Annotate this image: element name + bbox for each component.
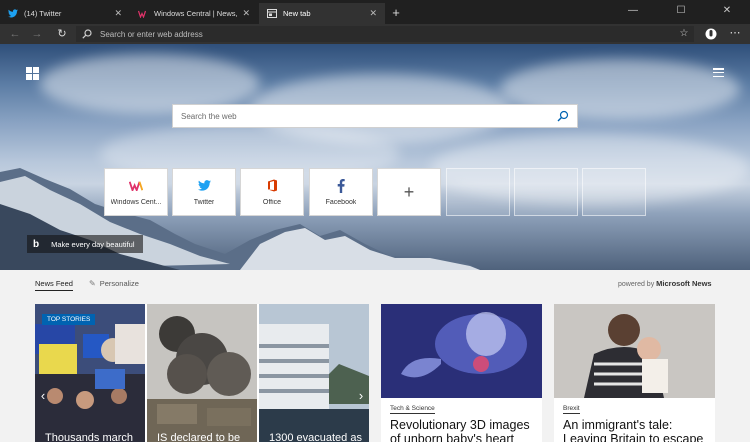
news-card-category[interactable]: Tech & Science — [390, 405, 435, 414]
windows-central-icon — [128, 179, 144, 193]
quick-link-office[interactable]: Office — [240, 168, 304, 216]
windows-logo-icon — [26, 67, 39, 80]
empty-quick-link-slot — [446, 168, 510, 216]
top-story-item[interactable]: IS declared to be — [147, 304, 257, 442]
news-card[interactable]: Tech & Science Revolutionary 3D images o… — [381, 304, 542, 442]
quick-link-label: Twitter — [193, 198, 215, 206]
story-headline: 1300 evacuated as — [269, 432, 362, 442]
address-placeholder: Search or enter web address — [100, 29, 203, 39]
tab-label: Windows Central | News, Forums — [154, 9, 238, 18]
personalize-button[interactable]: ✎ Personalize — [89, 279, 139, 288]
personalize-label: Personalize — [99, 279, 139, 288]
news-card-category[interactable]: Brexit — [563, 405, 580, 414]
close-icon[interactable]: ✕ — [369, 8, 377, 19]
more-icon[interactable]: ⋯ — [727, 26, 743, 42]
bing-tagline: Make every day beautiful — [51, 239, 135, 249]
close-icon[interactable]: ✕ — [242, 8, 250, 19]
tab-windows-central[interactable]: Windows Central | News, Forums ✕ — [130, 3, 258, 24]
add-quick-link-button[interactable]: + — [377, 168, 441, 216]
microsoft-news-brand: Microsoft News — [656, 279, 712, 288]
minimize-icon[interactable]: — — [610, 0, 656, 24]
extension-icon[interactable] — [705, 27, 717, 41]
tab-label: (14) Twitter — [24, 9, 62, 18]
windows-central-icon — [138, 9, 148, 19]
search-icon[interactable] — [557, 110, 569, 122]
tab-twitter[interactable]: (14) Twitter ✕ — [0, 3, 130, 24]
address-input[interactable]: Search or enter web address — [76, 26, 694, 42]
news-card-headline[interactable]: Revolutionary 3D images of unborn baby's… — [390, 418, 534, 442]
office-icon — [264, 179, 280, 193]
news-card[interactable]: Brexit An immigrant's tale: Leaving Brit… — [554, 304, 715, 442]
carousel-prev-icon[interactable]: ‹ — [37, 388, 49, 403]
close-icon[interactable]: ✕ — [114, 8, 122, 19]
tab-news-feed[interactable]: News Feed — [35, 279, 73, 291]
story-headline: Thousands march — [45, 432, 134, 442]
tab-strip: (14) Twitter ✕ Windows Central | News, F… — [0, 0, 750, 24]
bing-logo-icon: b — [33, 238, 40, 250]
quick-link-windows-central[interactable]: Windows Cent... — [104, 168, 168, 216]
web-search-placeholder: Search the web — [181, 111, 237, 121]
tab-new-tab[interactable]: New tab ✕ — [259, 3, 385, 24]
facebook-icon — [333, 178, 349, 193]
window-close-icon[interactable]: ✕ — [704, 0, 750, 24]
address-bar: ← → ↻ Search or enter web address ☆ ⋯ — [0, 24, 750, 44]
twitter-icon — [8, 9, 18, 19]
twitter-icon — [196, 179, 212, 193]
quick-link-facebook[interactable]: Facebook — [309, 168, 373, 216]
carousel-next-icon[interactable]: › — [355, 388, 367, 403]
refresh-icon[interactable]: ↻ — [53, 26, 71, 42]
story-headline: IS declared to be — [157, 432, 241, 442]
new-tab-button[interactable]: + — [389, 5, 403, 21]
quick-link-label: Facebook — [325, 198, 357, 206]
top-stories-badge: TOP STORIES — [42, 314, 96, 325]
powered-by: powered by Microsoft News — [618, 279, 712, 288]
top-story-item[interactable]: 1300 evacuated as — [259, 304, 369, 442]
news-card-image — [381, 304, 542, 398]
quick-link-twitter[interactable]: Twitter — [172, 168, 236, 216]
news-card-image — [554, 304, 715, 398]
story-image — [147, 304, 257, 442]
bing-image-info[interactable]: b Make every day beautiful — [27, 235, 143, 253]
empty-quick-link-slot — [514, 168, 578, 216]
menu-icon[interactable] — [713, 68, 724, 78]
back-icon[interactable]: ← — [6, 26, 24, 42]
news-card-headline[interactable]: An immigrant's tale: Leaving Britain to … — [563, 418, 707, 442]
new-tab-icon — [267, 9, 277, 19]
pencil-icon: ✎ — [89, 279, 96, 288]
empty-quick-link-slot — [582, 168, 646, 216]
web-search-input[interactable]: Search the web — [172, 104, 578, 128]
quick-link-label: Windows Cent... — [110, 198, 162, 206]
search-icon — [82, 29, 92, 39]
forward-icon[interactable]: → — [28, 26, 46, 42]
favorite-star-icon[interactable]: ☆ — [677, 26, 691, 42]
maximize-icon[interactable]: ☐ — [658, 0, 704, 24]
quick-link-label: Office — [262, 198, 282, 206]
story-image — [259, 304, 369, 442]
tab-label: New tab — [283, 9, 311, 18]
plus-icon: + — [403, 182, 415, 202]
